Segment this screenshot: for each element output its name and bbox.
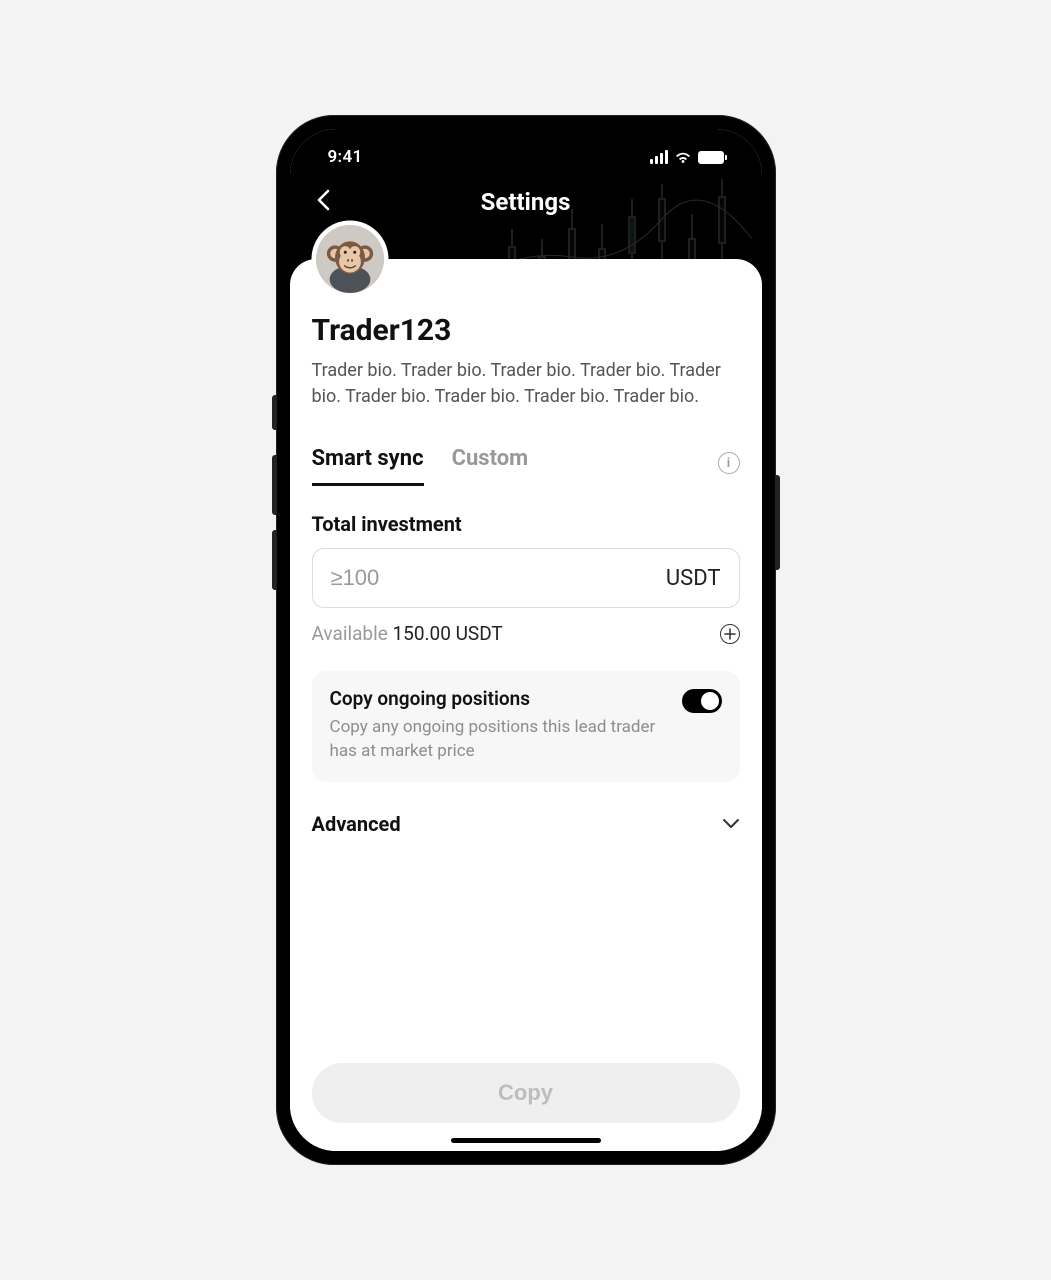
total-investment-label: Total investment bbox=[312, 512, 740, 536]
total-investment-input-box: USDT bbox=[312, 548, 740, 608]
cellular-icon bbox=[650, 150, 668, 164]
hw-power bbox=[776, 475, 780, 570]
hw-mute-switch bbox=[272, 395, 276, 430]
hw-volume-down bbox=[272, 530, 276, 590]
back-button[interactable] bbox=[316, 189, 330, 215]
avatar[interactable] bbox=[312, 221, 388, 297]
home-indicator[interactable] bbox=[451, 1138, 601, 1143]
tabs-row: Smart sync Custom i bbox=[312, 440, 740, 486]
status-time: 9:41 bbox=[328, 147, 363, 167]
page-title: Settings bbox=[481, 188, 571, 216]
plus-icon bbox=[724, 628, 736, 640]
info-button[interactable]: i bbox=[718, 452, 740, 474]
trader-name: Trader123 bbox=[312, 313, 740, 348]
tab-smart-sync[interactable]: Smart sync bbox=[312, 440, 424, 486]
hw-volume-up bbox=[272, 455, 276, 515]
screen: 9:41 Settings bbox=[290, 129, 762, 1151]
copy-positions-card: Copy ongoing positions Copy any ongoing … bbox=[312, 671, 740, 782]
add-funds-button[interactable] bbox=[720, 624, 740, 644]
tab-custom[interactable]: Custom bbox=[452, 440, 529, 486]
currency-label: USDT bbox=[666, 566, 721, 591]
nav-row: Settings bbox=[290, 175, 762, 229]
monkey-avatar-icon bbox=[316, 225, 384, 293]
advanced-row[interactable]: Advanced bbox=[312, 812, 740, 836]
copy-positions-subtitle: Copy any ongoing positions this lead tra… bbox=[330, 716, 668, 764]
total-investment-input[interactable] bbox=[331, 565, 666, 591]
available-value: 150.00 USDT bbox=[393, 622, 503, 645]
wifi-icon bbox=[674, 150, 692, 164]
phone-frame: 9:41 Settings bbox=[276, 115, 776, 1165]
battery-icon bbox=[698, 151, 724, 164]
info-icon: i bbox=[718, 452, 740, 474]
available-label: Available bbox=[312, 622, 388, 645]
status-right bbox=[650, 150, 724, 164]
advanced-label: Advanced bbox=[312, 812, 401, 836]
copy-positions-title: Copy ongoing positions bbox=[330, 687, 668, 710]
available-row: Available 150.00 USDT bbox=[312, 622, 740, 645]
copy-button[interactable]: Copy bbox=[312, 1063, 740, 1123]
trader-bio: Trader bio. Trader bio. Trader bio. Trad… bbox=[312, 358, 740, 410]
chevron-down-icon bbox=[722, 818, 740, 830]
toggle-knob bbox=[701, 692, 719, 710]
copy-positions-toggle[interactable] bbox=[682, 689, 722, 713]
content-sheet: Trader123 Trader bio. Trader bio. Trader… bbox=[290, 259, 762, 1151]
